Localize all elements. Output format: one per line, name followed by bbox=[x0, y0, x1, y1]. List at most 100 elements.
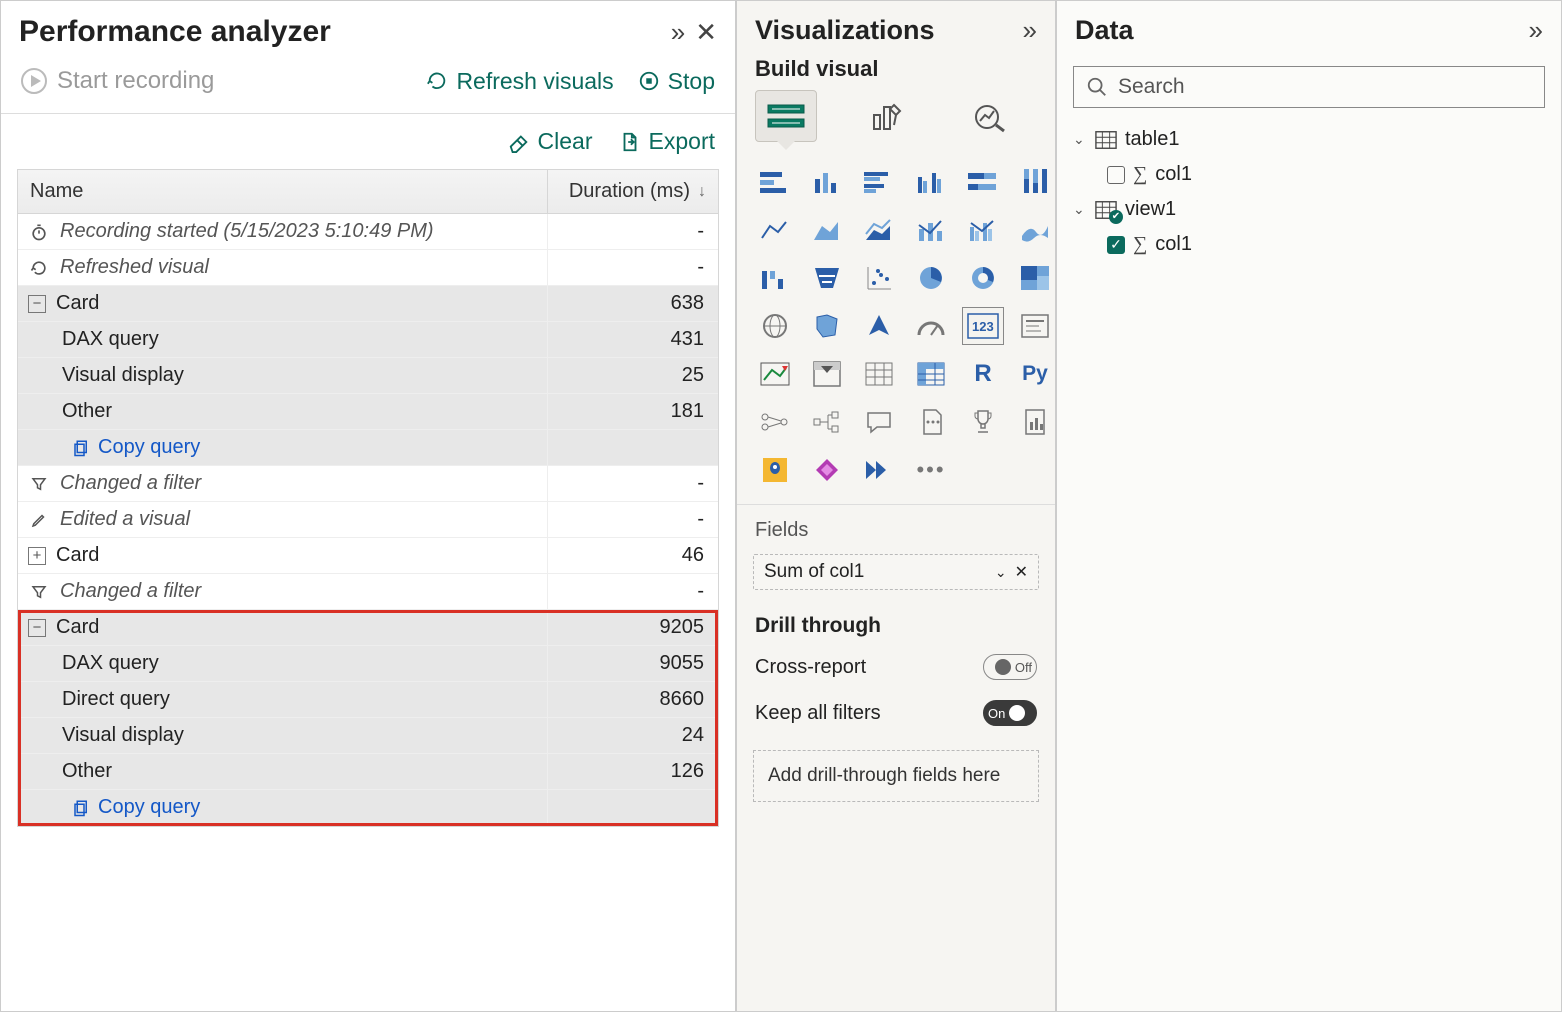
viz-power-automate[interactable] bbox=[859, 452, 899, 488]
checkbox-checked[interactable]: ✓ bbox=[1107, 236, 1125, 254]
row-recording-started[interactable]: Recording started (5/15/2023 5:10:49 PM)… bbox=[18, 214, 718, 250]
copy-query-link[interactable]: Copy query bbox=[28, 796, 200, 819]
build-visual-label: Build visual bbox=[737, 56, 1055, 90]
copy-query-link[interactable]: Copy query bbox=[28, 436, 200, 459]
row-duration: 126 bbox=[548, 754, 718, 789]
viz-table[interactable] bbox=[859, 356, 899, 392]
viz-clustered-column[interactable] bbox=[911, 164, 951, 200]
row-copy-query-1[interactable]: Copy query bbox=[18, 430, 718, 466]
viz-pie[interactable] bbox=[911, 260, 951, 296]
highlighted-card-group: −Card 9205 DAX query 9055 Direct query 8… bbox=[18, 610, 718, 826]
row-edited-visual[interactable]: Edited a visual - bbox=[18, 502, 718, 538]
remove-field-icon[interactable]: ✕ bbox=[1015, 562, 1028, 582]
viz-line-clustered-column[interactable] bbox=[963, 212, 1003, 248]
viz-area[interactable] bbox=[807, 212, 847, 248]
collapse-icon[interactable]: » bbox=[671, 17, 685, 48]
close-icon[interactable]: ✕ bbox=[695, 17, 717, 48]
collapse-icon[interactable]: » bbox=[1529, 15, 1543, 46]
search-input[interactable]: Search bbox=[1073, 66, 1545, 108]
col-header-name[interactable]: Name bbox=[18, 170, 548, 213]
viz-treemap[interactable] bbox=[1015, 260, 1055, 296]
viz-kpi[interactable] bbox=[755, 356, 795, 392]
row-duration: 25 bbox=[548, 358, 718, 393]
tree-table1-col1[interactable]: ∑ col1 bbox=[1071, 157, 1547, 192]
viz-r-script[interactable]: R bbox=[963, 356, 1003, 392]
viz-qna[interactable] bbox=[859, 404, 899, 440]
row-duration: 9205 bbox=[548, 610, 718, 645]
viz-clustered-bar[interactable] bbox=[859, 164, 899, 200]
row-visdisplay-1[interactable]: Visual display 25 bbox=[18, 358, 718, 394]
viz-paginated-report[interactable] bbox=[1015, 404, 1055, 440]
collapse-box-icon[interactable]: − bbox=[28, 295, 46, 313]
row-copy-query-3[interactable]: Copy query bbox=[18, 790, 718, 826]
viz-stacked-column[interactable] bbox=[807, 164, 847, 200]
tab-format-visual[interactable] bbox=[857, 90, 919, 142]
row-label: Other bbox=[62, 760, 112, 783]
row-changed-filter-1[interactable]: Changed a filter - bbox=[18, 466, 718, 502]
viz-100-stacked-column[interactable] bbox=[1015, 164, 1055, 200]
viz-stacked-bar[interactable] bbox=[755, 164, 795, 200]
collapse-box-icon[interactable]: − bbox=[28, 619, 46, 637]
stop-button[interactable]: Stop bbox=[638, 68, 715, 95]
refresh-visuals-button[interactable]: Refresh visuals bbox=[426, 68, 613, 95]
row-changed-filter-2[interactable]: Changed a filter - bbox=[18, 574, 718, 610]
viz-line[interactable] bbox=[755, 212, 795, 248]
viz-goals[interactable] bbox=[963, 404, 1003, 440]
viz-key-influencers[interactable] bbox=[755, 404, 795, 440]
viz-line-stacked-column[interactable] bbox=[911, 212, 951, 248]
tab-analytics[interactable] bbox=[959, 90, 1021, 142]
start-recording-button[interactable]: Start recording bbox=[21, 67, 214, 95]
keep-filters-toggle[interactable]: On bbox=[983, 700, 1037, 726]
viz-slicer[interactable] bbox=[807, 356, 847, 392]
viz-funnel[interactable] bbox=[807, 260, 847, 296]
viz-arcgis[interactable] bbox=[755, 452, 795, 488]
viz-100-stacked-bar[interactable] bbox=[963, 164, 1003, 200]
expand-box-icon[interactable]: + bbox=[28, 547, 46, 565]
tab-build-visual[interactable] bbox=[755, 90, 817, 142]
viz-waterfall[interactable] bbox=[755, 260, 795, 296]
viz-more[interactable]: ••• bbox=[911, 452, 951, 488]
row-card-2[interactable]: +Card 46 bbox=[18, 538, 718, 574]
viz-decomposition-tree[interactable] bbox=[807, 404, 847, 440]
viz-filled-map[interactable] bbox=[807, 308, 847, 344]
viz-header: Visualizations » bbox=[737, 1, 1055, 56]
viz-donut[interactable] bbox=[963, 260, 1003, 296]
viz-matrix[interactable] bbox=[911, 356, 951, 392]
tree-table1[interactable]: ⌄ table1 bbox=[1071, 122, 1547, 157]
row-dax-1[interactable]: DAX query 431 bbox=[18, 322, 718, 358]
viz-card[interactable]: 123 bbox=[963, 308, 1003, 344]
chevron-down-icon[interactable]: ⌄ bbox=[987, 564, 1015, 581]
perf-toolbar: Start recording Refresh visuals Stop bbox=[1, 59, 735, 113]
tree-label: col1 bbox=[1155, 163, 1192, 186]
checkbox-unchecked[interactable] bbox=[1107, 166, 1125, 184]
drill-through-dropzone[interactable]: Add drill-through fields here bbox=[753, 750, 1039, 802]
viz-map[interactable] bbox=[755, 308, 795, 344]
row-dax-3[interactable]: DAX query 9055 bbox=[18, 646, 718, 682]
collapse-icon[interactable]: » bbox=[1023, 15, 1037, 46]
viz-scatter[interactable] bbox=[859, 260, 899, 296]
tree-view1-col1[interactable]: ✓ ∑ col1 bbox=[1071, 227, 1547, 262]
row-refreshed-visual[interactable]: Refreshed visual - bbox=[18, 250, 718, 286]
row-other-3[interactable]: Other 126 bbox=[18, 754, 718, 790]
clear-button[interactable]: Clear bbox=[508, 128, 593, 155]
col-header-duration[interactable]: Duration (ms) ↓ bbox=[548, 170, 718, 213]
export-button[interactable]: Export bbox=[619, 128, 715, 155]
viz-smart-narrative[interactable] bbox=[911, 404, 951, 440]
cross-report-toggle[interactable]: Off bbox=[983, 654, 1037, 680]
row-card-3[interactable]: −Card 9205 bbox=[18, 610, 718, 646]
viz-python[interactable]: Py bbox=[1015, 356, 1055, 392]
field-pill-sum-col1[interactable]: Sum of col1 ⌄ ✕ bbox=[753, 554, 1039, 590]
viz-power-apps[interactable] bbox=[807, 452, 847, 488]
row-visdisplay-3[interactable]: Visual display 24 bbox=[18, 718, 718, 754]
viz-multi-row-card[interactable] bbox=[1015, 308, 1055, 344]
export-icon bbox=[619, 131, 641, 153]
viz-stacked-area[interactable] bbox=[859, 212, 899, 248]
row-directquery-3[interactable]: Direct query 8660 bbox=[18, 682, 718, 718]
viz-gauge[interactable] bbox=[911, 308, 951, 344]
viz-azure-map[interactable] bbox=[859, 308, 899, 344]
viz-ribbon[interactable] bbox=[1015, 212, 1055, 248]
row-card-1[interactable]: −Card 638 bbox=[18, 286, 718, 322]
tree-view1[interactable]: ⌄ view1 bbox=[1071, 192, 1547, 227]
row-duration: 431 bbox=[548, 322, 718, 357]
row-other-1[interactable]: Other 181 bbox=[18, 394, 718, 430]
